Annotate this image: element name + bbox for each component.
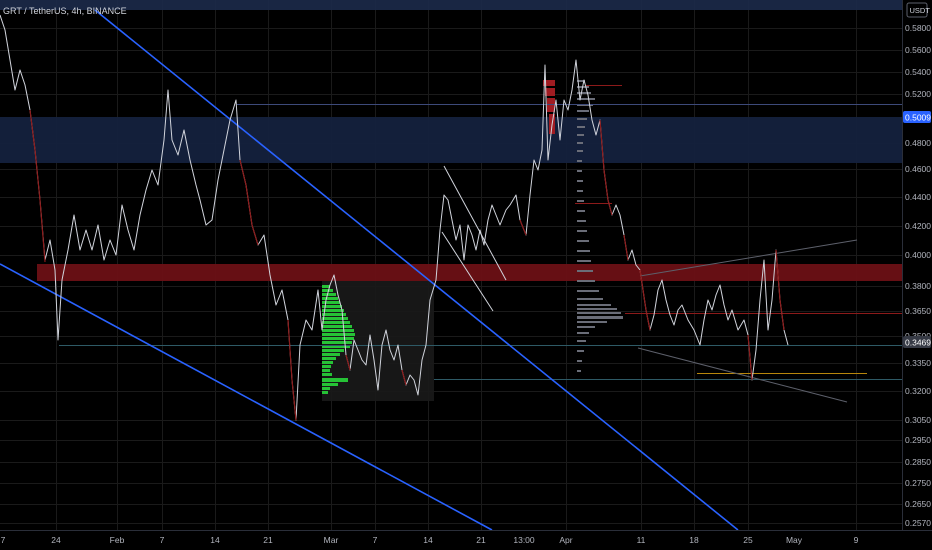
y-tick-label: 0.5400: [905, 67, 931, 77]
y-tick-label: 0.4000: [905, 250, 931, 260]
y-tick-label: 0.2950: [905, 435, 931, 445]
symbol-name: GRT / TetherUS: [3, 6, 67, 16]
x-tick-label: Feb: [110, 535, 125, 545]
x-tick-label: 18: [689, 535, 699, 545]
y-tick-label: 0.5200: [905, 89, 931, 99]
x-tick-label: 25: [743, 535, 753, 545]
y-axis[interactable]: [902, 0, 932, 530]
x-tick-label: Mar: [324, 535, 339, 545]
x-tick-label: 14: [210, 535, 220, 545]
y-tick-label: 0.3650: [905, 306, 931, 316]
y-tick-label: 0.3050: [905, 415, 931, 425]
x-tick-label: 21: [476, 535, 486, 545]
x-tick-label: 7: [1, 535, 6, 545]
x-tick-label: 7: [160, 535, 165, 545]
y-tick-label: 0.2750: [905, 478, 931, 488]
x-tick-label: 9: [854, 535, 859, 545]
currency-label[interactable]: USDT: [910, 6, 931, 15]
y-tick-label: 0.3800: [905, 281, 931, 291]
price-chart[interactable]: 0.5800 0.5600 0.5400 0.5200 0.4800 0.4600 0.44…: [0, 0, 932, 550]
y-tick-label: 0.4800: [905, 138, 931, 148]
price-badge-0: 0.5009: [903, 111, 931, 123]
y-tick-label: 0.5800: [905, 23, 931, 33]
y-tick-label: 0.3350: [905, 358, 931, 368]
x-tick-label: 14: [423, 535, 433, 545]
y-tick-label: 0.2850: [905, 457, 931, 467]
x-tick-label: 24: [51, 535, 61, 545]
y-tick-label: 0.2570: [905, 518, 931, 528]
exchange-label: BINANCE: [86, 6, 127, 16]
support-zone[interactable]: [37, 264, 902, 281]
y-tick-label: 0.4600: [905, 164, 931, 174]
currency-button[interactable]: USDT: [906, 2, 931, 18]
y-tick-label: 0.4400: [905, 192, 931, 202]
top-zone: [0, 0, 902, 10]
x-tick-label: Apr: [559, 535, 572, 545]
y-tick-label: 0.4200: [905, 221, 931, 231]
y-tick-label: 0.5600: [905, 45, 931, 55]
interval-label: 4h: [71, 6, 82, 16]
price-badge-1-text: 0.3469: [905, 338, 931, 348]
x-tick-label: 13:00: [513, 535, 535, 545]
resistance-zone[interactable]: [0, 117, 902, 163]
price-badge-1: 0.3469: [903, 336, 931, 348]
y-tick-label: 0.3200: [905, 386, 931, 396]
symbol-legend[interactable]: GRT / TetherUS, 4h, BINANCE: [3, 6, 127, 16]
x-tick-label: 21: [263, 535, 273, 545]
x-tick-label: 11: [637, 535, 646, 545]
y-tick-label: 0.2650: [905, 499, 931, 509]
price-badge-0-text: 0.5009: [905, 113, 931, 123]
x-tick-label: May: [786, 535, 803, 545]
x-tick-label: 7: [373, 535, 378, 545]
